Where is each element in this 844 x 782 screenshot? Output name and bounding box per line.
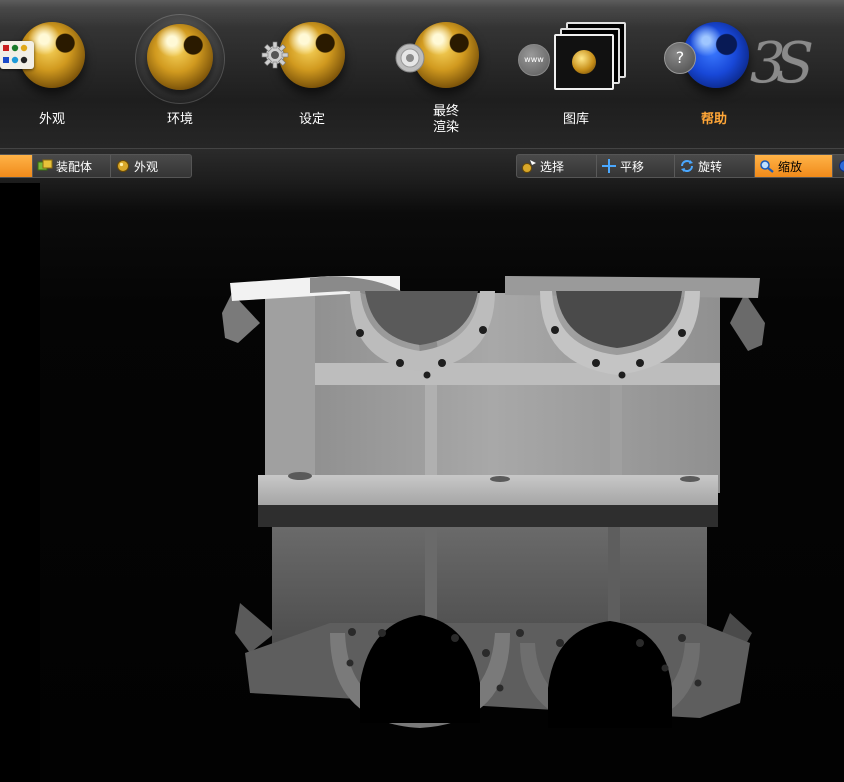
tab-overflow[interactable] — [833, 155, 844, 177]
tab-select[interactable]: 选择 — [517, 155, 597, 177]
settings-label: 设定 — [298, 112, 325, 127]
ds-logo: 3S — [750, 31, 814, 96]
render-target-icon — [394, 42, 426, 78]
settings-tool[interactable]: 设定 — [260, 0, 364, 148]
rotate-icon — [681, 160, 693, 172]
tab-assembly-label: 装配体 — [56, 159, 93, 174]
tab-active-cut[interactable] — [0, 155, 33, 177]
www-badge: www — [518, 44, 550, 76]
select-icon — [522, 160, 536, 173]
appearance-tool[interactable]: 外观 — [0, 0, 104, 148]
tab-appearance[interactable]: 外观 — [111, 155, 191, 177]
final-render-tool[interactable]: 最终 渲染 — [392, 0, 500, 148]
tab-rotate[interactable]: 旋转 — [675, 155, 755, 177]
appearance-label: 外观 — [38, 112, 65, 127]
tab-assembly[interactable]: 装配体 — [33, 155, 111, 177]
gallery-tool[interactable]: www 图库 — [516, 0, 636, 148]
top-ribbon: 外观 环境 设定 最终 渲染 www 图库 ? 帮助 3S — [0, 0, 844, 148]
gallery-label: 图库 — [562, 112, 589, 127]
gearbox-housing-model[interactable] — [0, 183, 844, 782]
environment-label: 环境 — [166, 112, 193, 127]
render-viewport[interactable] — [0, 183, 844, 782]
tab-pan-label: 平移 — [620, 159, 645, 174]
final-render-label: 最终 渲染 — [432, 104, 459, 135]
gold-ball-environment-icon — [147, 24, 213, 90]
globe-icon — [839, 160, 844, 172]
help-label: 帮助 — [700, 112, 727, 127]
tab-zoom[interactable]: 缩放 — [755, 155, 833, 177]
tab-select-label: 选择 — [540, 159, 565, 174]
gear-icon — [260, 40, 290, 74]
environment-tool[interactable]: 环境 — [128, 0, 232, 148]
color-grid-icon — [0, 41, 34, 69]
pan-icon — [602, 159, 616, 173]
question-badge: ? — [664, 42, 696, 74]
tab-rotate-label: 旋转 — [698, 159, 723, 174]
right-tab-group: 选择 平移 旋转 缩放 — [516, 154, 844, 178]
zoom-icon — [760, 160, 774, 173]
left-tab-group: 装配体 外观 — [0, 154, 192, 178]
tab-pan[interactable]: 平移 — [597, 155, 675, 177]
tab-appearance-label: 外观 — [134, 159, 159, 174]
tool-strip: 装配体 外观 选择 平移 旋转 缩放 — [0, 148, 844, 183]
gold-dot-icon — [117, 160, 129, 172]
assembly-icon — [37, 159, 53, 171]
tab-zoom-label: 缩放 — [778, 159, 803, 174]
